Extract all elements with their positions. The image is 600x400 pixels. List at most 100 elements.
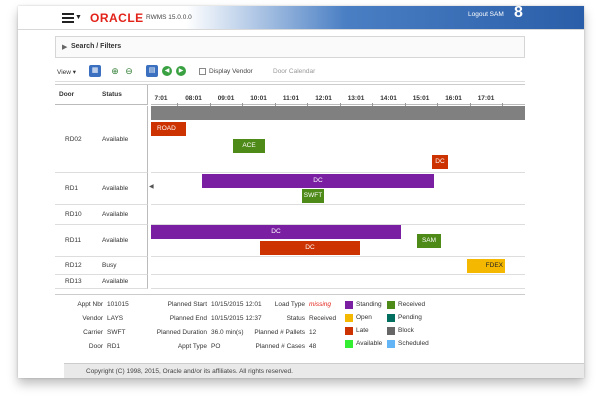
door-timeline-row[interactable] <box>151 275 525 289</box>
door-id: RD13 <box>65 278 82 285</box>
time-axis-header: 7:01 08:01 09:01 10:01 11:01 12:01 13:01 14:01 1… <box>151 85 525 109</box>
next-icon[interactable]: ▶ <box>176 66 186 76</box>
door-timeline-row[interactable] <box>151 205 525 225</box>
door-row[interactable]: RD13 Available <box>55 275 148 289</box>
door-id: RD12 <box>65 262 82 269</box>
legend-label: Received <box>398 301 426 308</box>
door-row[interactable]: RD10 Available <box>55 205 148 225</box>
header-bar: ▼ ORACLE RWMS 15.0.0.0 Logout SAM 8 <box>18 6 584 30</box>
time-tick-label: 13:01 <box>347 95 365 102</box>
legend-swatch <box>345 340 353 348</box>
door-status: Available <box>102 278 129 285</box>
app-window: ▼ ORACLE RWMS 15.0.0.0 Logout SAM 8 ▶ Se… <box>18 6 584 378</box>
cases-value: 48 <box>309 343 317 350</box>
zoom-in-icon[interactable]: ⊕ <box>109 65 121 77</box>
appointment-bar[interactable]: SAM <box>417 234 441 248</box>
legend-swatch <box>387 327 395 335</box>
appointment-details: Appt Nbr 101015 Vendor LAYS Carrier SWFT… <box>55 294 525 352</box>
time-tick-label: 7:01 <box>154 95 168 102</box>
user-icon[interactable]: 8 <box>514 6 523 22</box>
appointment-bar[interactable]: DC <box>202 174 434 188</box>
appt-nbr-value: 101015 <box>107 301 129 308</box>
load-type-value: missing <box>309 301 332 308</box>
legend-swatch <box>387 301 395 309</box>
display-vendor-label: Display Vendor <box>209 68 253 75</box>
appointment-bar[interactable]: DC <box>432 155 448 169</box>
appointment-bar[interactable]: DC <box>260 241 360 255</box>
appointment-bar[interactable]: ACE <box>233 139 265 153</box>
menu-icon[interactable] <box>62 13 74 23</box>
legend-swatch <box>345 301 353 309</box>
legend-swatch <box>387 314 395 322</box>
chevron-down-icon[interactable]: ▼ <box>75 14 82 21</box>
legend-label: Pending <box>398 314 422 321</box>
appointment-bar[interactable]: ROAD <box>151 122 186 136</box>
load-type-label: Load Type <box>274 301 305 308</box>
time-tick-label: 16:01 <box>445 95 462 102</box>
oracle-logo: ORACLE <box>90 11 144 25</box>
door-id: RD11 <box>65 237 82 244</box>
door-status: Busy <box>102 262 117 269</box>
legend-swatch <box>345 314 353 322</box>
time-tick-label: 14:01 <box>380 95 397 102</box>
search-filters-label: Search / Filters <box>71 43 122 50</box>
grid-view-icon[interactable]: ▦ <box>89 65 101 77</box>
legend-label: Standing <box>356 301 382 308</box>
legend-label: Scheduled <box>398 340 429 347</box>
door-row[interactable]: RD11 Available <box>55 225 148 257</box>
search-filters-panel[interactable]: ▶ Search / Filters <box>55 36 525 58</box>
toolbar: View ▾ ▦ ⊕ ⊖ ▤ ◀ ▶ Display Vendor Door C… <box>55 62 525 82</box>
carrier-value: SWFT <box>107 329 126 336</box>
appointment-bar[interactable]: FDEX <box>467 259 505 273</box>
legend-swatch <box>345 327 353 335</box>
door-row[interactable]: RD12 Busy <box>55 257 148 275</box>
door-status: Available <box>102 136 129 143</box>
grid-left-header: Door Status <box>55 85 148 105</box>
door-label: Door <box>88 343 103 350</box>
planned-start-label: Planned Start <box>167 301 207 308</box>
door-calendar-link[interactable]: Door Calendar <box>273 68 315 75</box>
copyright-text: Copyright (C) 1998, 2015, Oracle and/or … <box>86 368 293 375</box>
time-tick-label: 17:01 <box>477 95 495 102</box>
status-column-header: Status <box>102 91 122 98</box>
zoom-out-icon[interactable]: ⊖ <box>123 65 135 77</box>
time-tick-label: 15:01 <box>412 95 430 102</box>
planned-end-label: Planned End <box>169 315 207 322</box>
door-row[interactable]: RD02 Available <box>55 106 148 173</box>
door-row[interactable]: RD1 Available <box>55 173 148 205</box>
app-version: RWMS 15.0.0.0 <box>146 14 192 21</box>
time-tick-label: 10:01 <box>250 95 267 102</box>
logout-link[interactable]: Logout SAM <box>468 11 504 18</box>
legend-swatch <box>387 340 395 348</box>
legend-label: Late <box>356 327 369 334</box>
appt-nbr-label: Appt Nbr <box>77 301 103 308</box>
door-timeline-row[interactable] <box>151 106 525 173</box>
calendar-icon[interactable]: ▤ <box>146 65 158 77</box>
door-column-header: Door <box>59 91 75 98</box>
door-status: Available <box>102 237 129 244</box>
time-tick-label: 11:01 <box>282 95 300 102</box>
planned-duration-label: Planned Duration <box>156 329 207 336</box>
view-menu[interactable]: View ▾ <box>57 68 76 76</box>
door-status: Available <box>102 211 129 218</box>
status-value: Received <box>309 315 337 322</box>
pallets-value: 12 <box>309 329 317 336</box>
vendor-value: LAYS <box>107 315 124 322</box>
cases-label: Planned # Cases <box>255 343 305 350</box>
triangle-right-icon[interactable]: ▶ <box>62 43 67 51</box>
time-tick-label: 12:01 <box>315 95 332 102</box>
previous-icon[interactable]: ◀ <box>162 66 172 76</box>
legend-label: Open <box>356 314 372 321</box>
legend-label: Available <box>356 340 383 347</box>
carrier-label: Carrier <box>83 329 103 336</box>
door-id: RD1 <box>65 185 79 192</box>
status-label: Status <box>286 315 305 322</box>
door-value: RD1 <box>107 343 121 350</box>
appointment-bar[interactable]: DC <box>151 225 401 239</box>
door-id: RD02 <box>65 136 82 143</box>
door-calendar-grid: Door Status 7:01 08:01 09:01 10:01 11:01 12:0… <box>55 84 525 289</box>
display-vendor-checkbox[interactable] <box>199 68 206 75</box>
time-tick-label: 09:01 <box>217 95 235 102</box>
appointment-bar[interactable]: SWFT <box>302 189 324 203</box>
pallets-label: Planned # Pallets <box>254 329 305 336</box>
